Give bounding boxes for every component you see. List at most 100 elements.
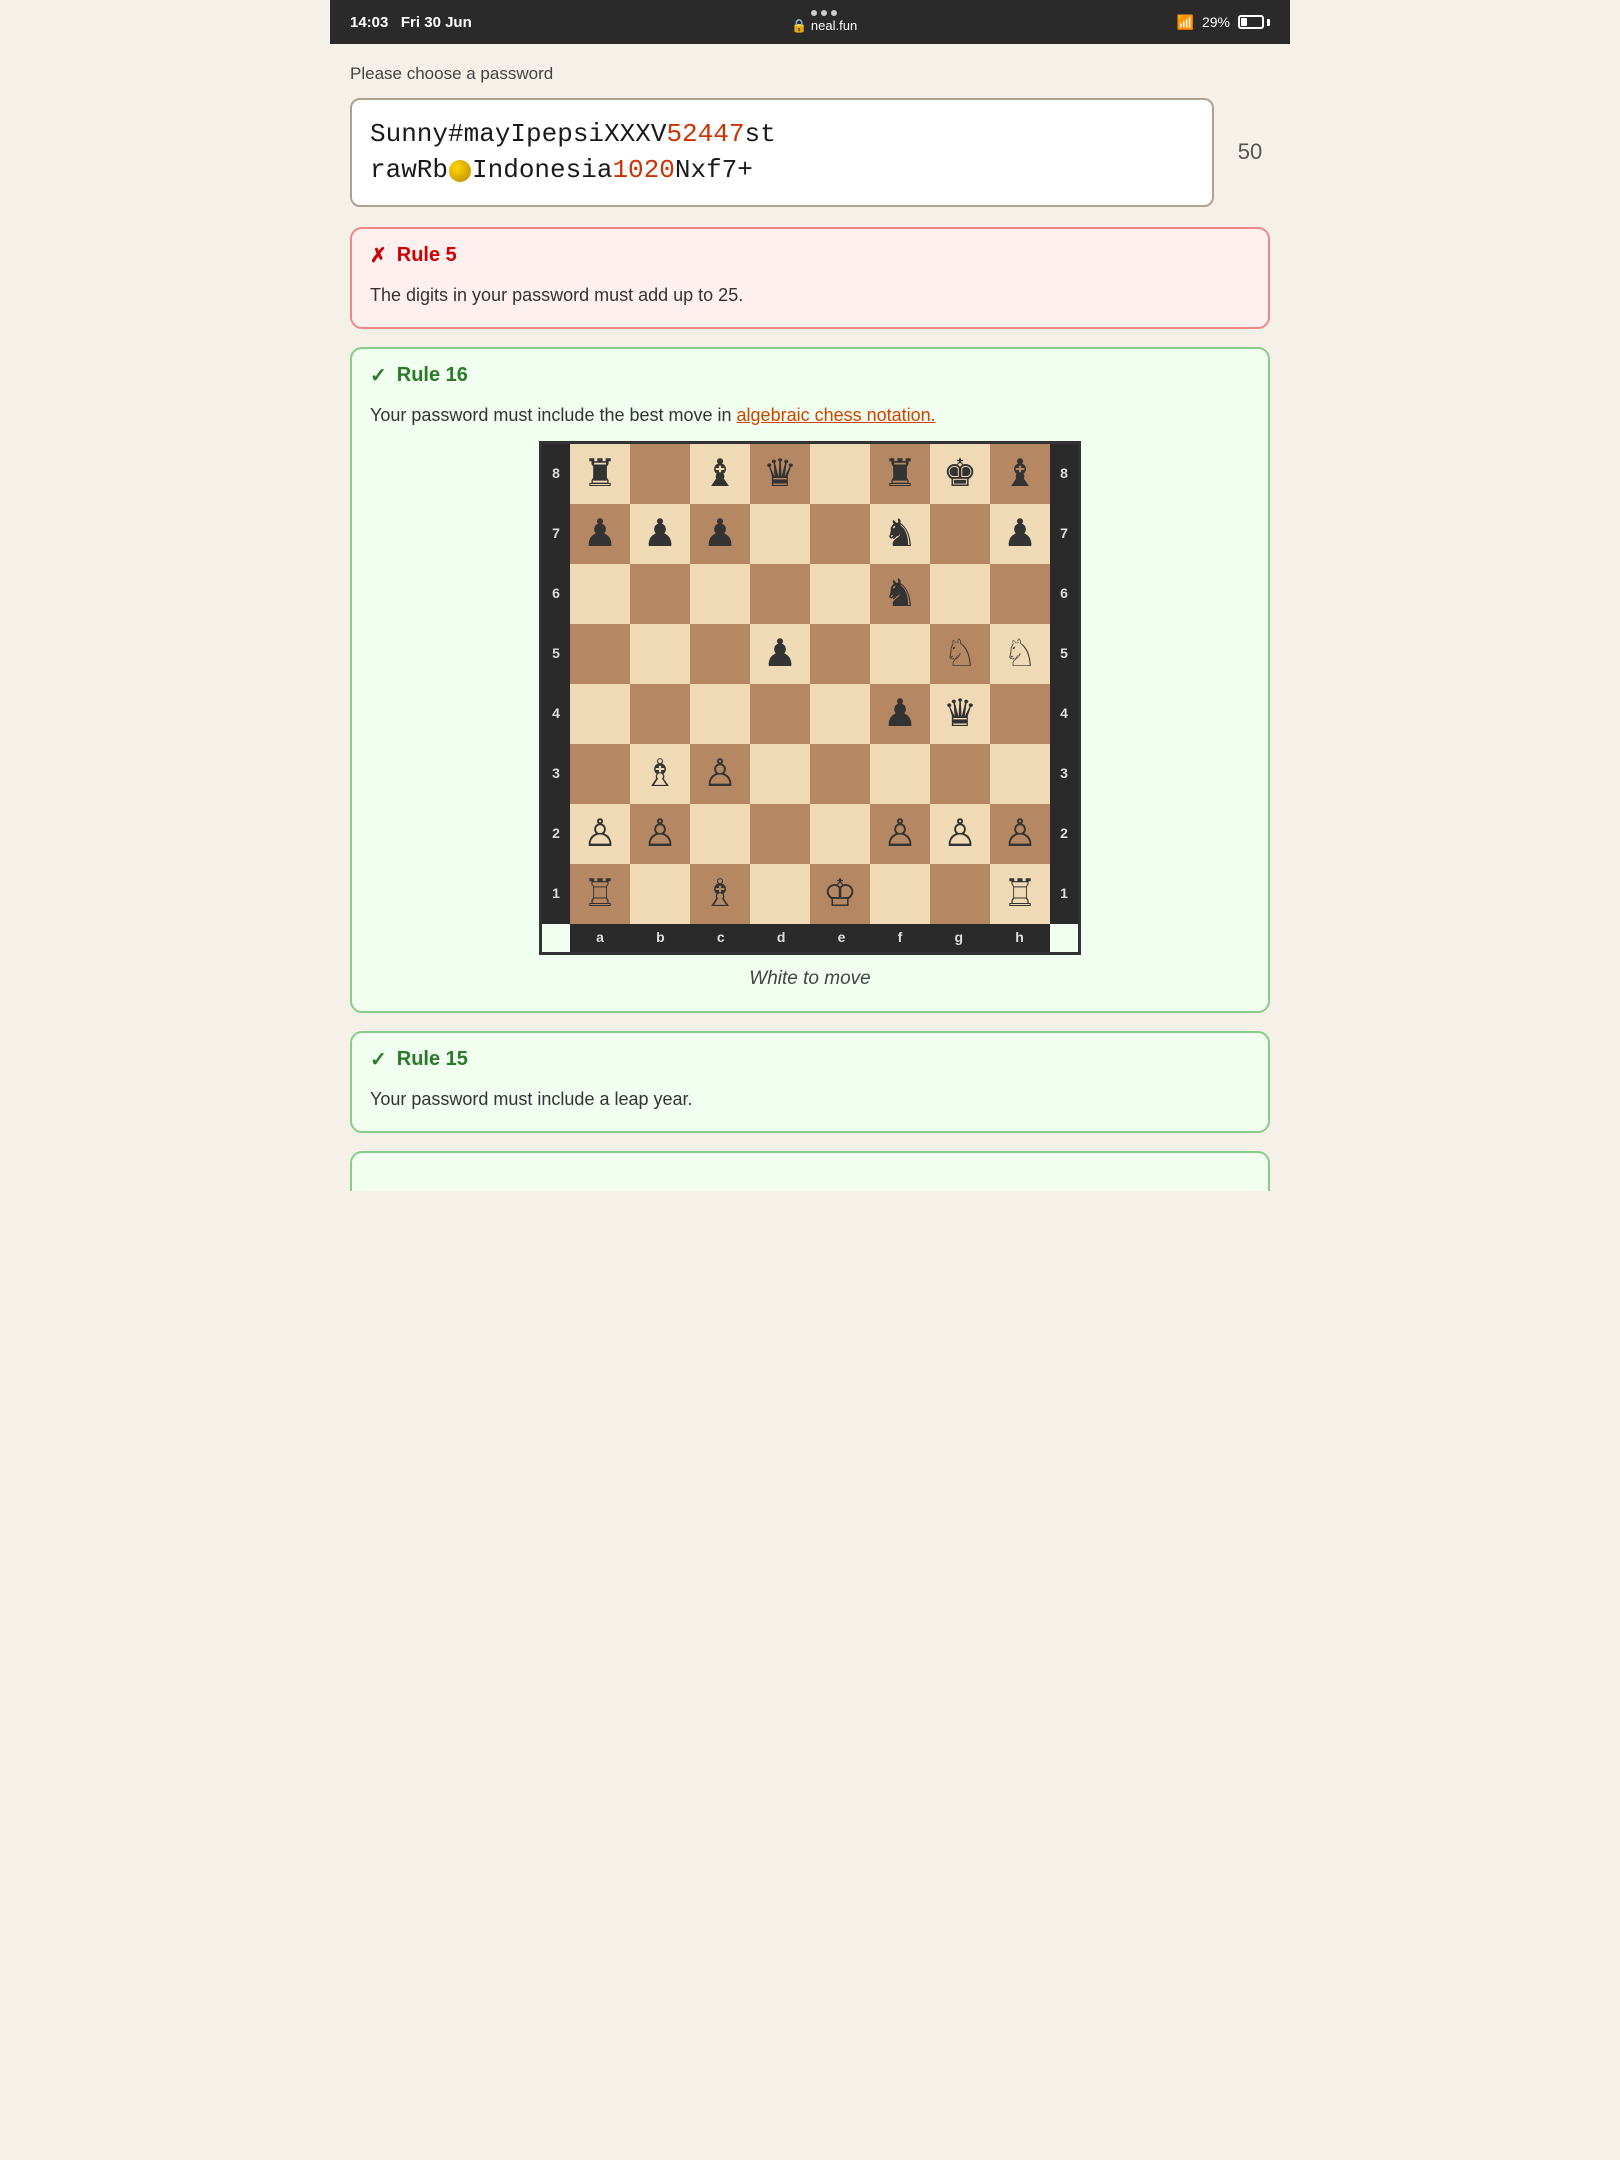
cell-d1: [750, 864, 810, 924]
cell-e4: [810, 684, 870, 744]
rule-partial-box: [350, 1151, 1270, 1191]
rule-15-title: Rule 15: [397, 1048, 468, 1071]
cell-d6: [750, 564, 810, 624]
rank-6-right: 6: [1060, 583, 1068, 604]
cell-f8: ♜: [870, 444, 930, 504]
battery-percent: 29%: [1202, 14, 1230, 30]
cell-c8: ♝: [690, 444, 750, 504]
cell-g6: [930, 564, 990, 624]
url: 🔒 neal.fun: [791, 18, 857, 34]
fail-icon: ✗: [370, 243, 387, 268]
cell-b6: [630, 564, 690, 624]
cell-g1: [930, 864, 990, 924]
rank-3-right: 3: [1060, 763, 1068, 784]
cell-a2: ♙: [570, 804, 630, 864]
password-input[interactable]: Sunny#mayIpepsiXXXV52447strawRbIndonesia…: [350, 98, 1214, 207]
cell-b2: ♙: [630, 804, 690, 864]
rule-15-header: ✓ Rule 15: [352, 1033, 1268, 1082]
cell-a8: ♜: [570, 444, 630, 504]
status-center: 🔒 neal.fun: [791, 10, 857, 34]
rule-16-header: ✓ Rule 16: [352, 349, 1268, 398]
rule-16-box: ✓ Rule 16 Your password must include the…: [350, 347, 1270, 1014]
rule-5-box: ✗ Rule 5 The digits in your password mus…: [350, 227, 1270, 329]
chess-board-container: 8 7 6 5 4 3 2 1 ♜♝♛♜♚♝♟♟♟♞♟♞♟♘♘♟♛♗♙♙♙♙♙♙…: [539, 441, 1081, 955]
cell-c5: [690, 624, 750, 684]
cell-g7: [930, 504, 990, 564]
cell-a7: ♟: [570, 504, 630, 564]
char-count: 50: [1230, 139, 1270, 165]
pass-icon-16: ✓: [370, 363, 387, 388]
status-right: 📶 29%: [1177, 14, 1270, 31]
cell-c7: ♟: [690, 504, 750, 564]
cell-b5: [630, 624, 690, 684]
cell-e8: [810, 444, 870, 504]
rule-5-title: Rule 5: [397, 244, 457, 267]
rank-4-right: 4: [1060, 703, 1068, 724]
pw-part-1: Sunny#mayIpepsiXXXV: [370, 119, 666, 149]
rule-5-header: ✗ Rule 5: [352, 229, 1268, 278]
cell-g5: ♘: [930, 624, 990, 684]
pass-icon-15: ✓: [370, 1047, 387, 1072]
cell-b7: ♟: [630, 504, 690, 564]
cell-c3: ♙: [690, 744, 750, 804]
file-c-bottom: c: [717, 927, 725, 948]
pw-part-5: 1020: [612, 155, 674, 185]
cell-a3: [570, 744, 630, 804]
rule-15-body: Your password must include a leap year.: [352, 1082, 1268, 1131]
rank-8-left: 8: [552, 463, 560, 484]
status-time-date: 14:03 Fri 30 Jun: [350, 14, 472, 31]
cell-a1: ♖: [570, 864, 630, 924]
cell-f6: ♞: [870, 564, 930, 624]
choose-password-label: Please choose a password: [350, 64, 1270, 84]
file-f-bottom: f: [898, 927, 903, 948]
rule-16-body: Your password must include the best move…: [352, 398, 1268, 1012]
rank-labels-left: 8 7 6 5 4 3 2 1: [542, 444, 570, 924]
cell-d5: ♟: [750, 624, 810, 684]
rank-5-left: 5: [552, 643, 560, 664]
cell-g3: [930, 744, 990, 804]
chess-notation-link[interactable]: algebraic chess notation.: [737, 405, 936, 425]
cell-b8: [630, 444, 690, 504]
cell-a4: [570, 684, 630, 744]
rank-3-left: 3: [552, 763, 560, 784]
cell-f3: [870, 744, 930, 804]
chess-caption: White to move: [749, 965, 870, 994]
cell-d8: ♛: [750, 444, 810, 504]
file-e-bottom: e: [838, 927, 846, 948]
cell-c6: [690, 564, 750, 624]
cell-a5: [570, 624, 630, 684]
cell-f5: [870, 624, 930, 684]
rule-16-title: Rule 16: [397, 364, 468, 387]
cell-d2: [750, 804, 810, 864]
file-g-bottom: g: [955, 927, 964, 948]
rank-8-right: 8: [1060, 463, 1068, 484]
password-container: Sunny#mayIpepsiXXXV52447strawRbIndonesia…: [350, 98, 1270, 207]
rank-7-right: 7: [1060, 523, 1068, 544]
cell-h6: [990, 564, 1050, 624]
time: 14:03: [350, 14, 388, 31]
rank-6-left: 6: [552, 583, 560, 604]
cell-h2: ♙: [990, 804, 1050, 864]
cell-d4: [750, 684, 810, 744]
status-bar: 14:03 Fri 30 Jun 🔒 neal.fun 📶 29%: [330, 0, 1290, 44]
cell-b3: ♗: [630, 744, 690, 804]
file-a-bottom: a: [596, 927, 604, 948]
rank-7-left: 7: [552, 523, 560, 544]
cell-g2: ♙: [930, 804, 990, 864]
cell-h1: ♖: [990, 864, 1050, 924]
rule-16-prefix: Your password must include the best move…: [370, 405, 737, 425]
cell-d7: [750, 504, 810, 564]
file-d-bottom: d: [777, 927, 786, 948]
cell-f7: ♞: [870, 504, 930, 564]
cell-e3: [810, 744, 870, 804]
main-content: Please choose a password Sunny#mayIpepsi…: [330, 44, 1290, 1221]
pw-part-4: Indonesia: [472, 155, 612, 185]
chess-grid: ♜♝♛♜♚♝♟♟♟♞♟♞♟♘♘♟♛♗♙♙♙♙♙♙♖♗♔♖: [570, 444, 1050, 924]
cell-b4: [630, 684, 690, 744]
rank-1-left: 1: [552, 883, 560, 904]
cell-f2: ♙: [870, 804, 930, 864]
rank-4-left: 4: [552, 703, 560, 724]
cell-e5: [810, 624, 870, 684]
cell-c1: ♗: [690, 864, 750, 924]
chess-wrapper: 8 7 6 5 4 3 2 1 ♜♝♛♜♚♝♟♟♟♞♟♞♟♘♘♟♛♗♙♙♙♙♙♙…: [370, 441, 1250, 994]
